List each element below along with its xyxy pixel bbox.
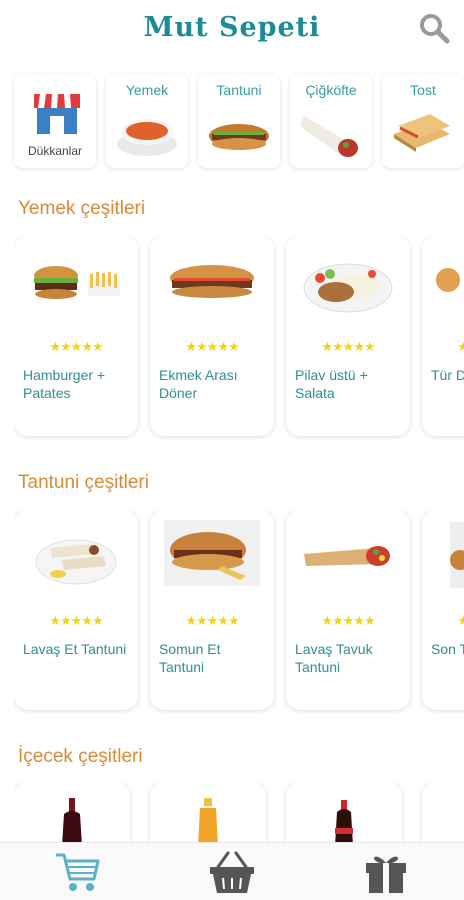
bottom-nav <box>0 842 464 900</box>
section-title-tantuni: Tantuni çeşitleri <box>18 472 149 493</box>
app-header: Mut Sepeti <box>0 0 464 62</box>
food-image <box>436 268 460 292</box>
food-name: Lavaş Tavuk Tantuni <box>295 641 373 675</box>
drink-bottle-image <box>62 798 82 842</box>
food-card[interactable]: ★★★★★ Lavaş Tavuk Tantuni <box>286 510 410 710</box>
pilav-image <box>303 263 393 313</box>
food-name: Somun Et Tantuni <box>159 641 221 675</box>
category-tost[interactable]: Tost <box>382 74 464 168</box>
rating-stars: ★★★★★ <box>185 340 239 355</box>
juice-bottle-image <box>198 798 218 842</box>
nav-basket-button[interactable] <box>208 849 256 895</box>
sandwich-image <box>209 124 269 150</box>
app-title: Mut Sepeti <box>143 12 321 43</box>
store-icon <box>34 94 80 134</box>
category-label: Tantuni <box>216 82 262 98</box>
category-label: Yemek <box>125 82 169 98</box>
basket-icon <box>210 851 254 893</box>
food-name: Ekmek Arası Döner <box>159 367 238 401</box>
food-card[interactable]: ★★★★★ Pilav üstü + Salata <box>286 236 410 436</box>
food-card[interactable]: ★★★★★ Son Tar <box>422 510 464 710</box>
search-button[interactable] <box>418 12 450 44</box>
nav-cart-button[interactable] <box>54 849 102 895</box>
section-title-icecek: İçecek çeşitleri <box>18 746 143 767</box>
drink-card[interactable] <box>286 782 402 842</box>
category-label: Dükkanlar <box>27 144 83 158</box>
rating-stars: ★★★★★ <box>321 340 375 355</box>
food-name: Son Tar <box>431 641 464 657</box>
lavas-tavuk-image <box>304 546 390 566</box>
drink-card[interactable] <box>150 782 266 842</box>
search-icon <box>420 14 450 44</box>
nav-gift-button[interactable] <box>362 849 410 895</box>
category-label: Tost <box>410 82 436 98</box>
drink-card[interactable] <box>14 782 130 842</box>
category-cigkofte[interactable]: Çiğköfte <box>290 74 372 168</box>
food-name: Hamburger + Patates <box>23 367 106 401</box>
food-name: Pilav üstü + Salata <box>295 367 368 401</box>
icecek-row <box>14 782 464 842</box>
cola-bottle-image <box>335 800 353 842</box>
gift-icon <box>366 856 406 893</box>
food-image <box>450 522 464 588</box>
category-row: Dükkanlar Yemek Tantuni Çiğköfte Tost <box>14 74 464 168</box>
rating-stars: ★★★★★ <box>185 614 239 629</box>
toast-image <box>394 114 450 152</box>
food-name: Tür Dür <box>431 367 464 383</box>
wrap-image <box>300 116 358 157</box>
rating-stars: ★★★★★ <box>457 340 464 355</box>
cart-icon <box>56 853 100 891</box>
food-card[interactable]: ★★★★★ Lavaş Et Tantuni <box>14 510 138 710</box>
doner-image <box>170 265 254 298</box>
category-label: Çiğköfte <box>305 82 357 98</box>
rating-stars: ★★★★★ <box>321 614 375 629</box>
food-card[interactable]: ★★★★★ Somun Et Tantuni <box>150 510 274 710</box>
category-dukkanlar[interactable]: Dükkanlar <box>14 74 96 168</box>
category-tantuni[interactable]: Tantuni <box>198 74 280 168</box>
food-card[interactable]: ★★★★★ Ekmek Arası Döner <box>150 236 274 436</box>
rating-stars: ★★★★★ <box>457 614 464 629</box>
food-name: Lavaş Et Tantuni <box>23 641 127 657</box>
food-card[interactable]: ★★★★★ Tür Dür <box>422 236 464 436</box>
rating-stars: ★★★★★ <box>49 340 103 355</box>
food-card[interactable]: ★★★★★ Hamburger + Patates <box>14 236 138 436</box>
soup-image <box>117 119 177 156</box>
rating-stars: ★★★★★ <box>49 614 103 629</box>
hamburger-image <box>34 266 120 299</box>
yemek-row: ★★★★★ Hamburger + Patates ★★★★★ Ekmek Ar… <box>14 236 464 440</box>
category-yemek[interactable]: Yemek <box>106 74 188 168</box>
somun-et-image <box>164 520 260 586</box>
drink-card[interactable] <box>422 782 464 842</box>
tantuni-row: ★★★★★ Lavaş Et Tantuni ★★★★★ Somun Et Ta… <box>14 510 464 714</box>
section-title-yemek: Yemek çeşitleri <box>18 198 146 219</box>
lavas-et-image <box>35 539 117 585</box>
